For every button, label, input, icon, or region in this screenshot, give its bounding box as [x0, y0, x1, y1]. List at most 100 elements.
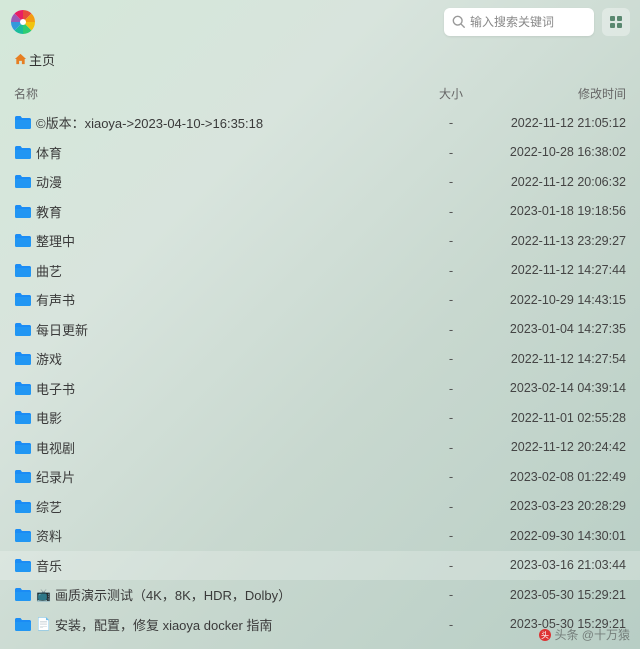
item-time: 2022-11-12 14:27:44 — [486, 263, 626, 277]
folder-icon — [14, 204, 36, 219]
item-name: 电视剧 — [36, 438, 416, 457]
folder-icon — [14, 499, 36, 514]
item-name: 整理中 — [36, 231, 416, 250]
folder-icon — [14, 440, 36, 455]
item-time: 2022-11-12 21:05:12 — [486, 116, 626, 130]
item-name: 📄安装，配置，修复 xiaoya docker 指南 — [36, 615, 416, 634]
item-time: 2022-09-30 14:30:01 — [486, 529, 626, 543]
list-item[interactable]: 资料-2022-09-30 14:30:01 — [0, 521, 640, 551]
column-time[interactable]: 修改时间 — [486, 85, 626, 102]
item-name: 电影 — [36, 408, 416, 427]
item-size: - — [416, 351, 486, 366]
item-size: - — [416, 558, 486, 573]
folder-icon — [14, 145, 36, 160]
item-emoji: 📺 — [36, 588, 51, 602]
item-name: 资料 — [36, 526, 416, 545]
item-name: ©版本：xiaoya->2023-04-10->16:35:18 — [36, 113, 416, 132]
breadcrumb-home[interactable]: 主页 — [29, 50, 55, 69]
item-name: 游戏 — [36, 349, 416, 368]
folder-icon — [14, 174, 36, 189]
item-name: 电子书 — [36, 379, 416, 398]
breadcrumb: 主页 — [0, 44, 640, 79]
folder-icon — [14, 410, 36, 425]
item-size: - — [416, 617, 486, 632]
item-time: 2023-02-14 04:39:14 — [486, 381, 626, 395]
folder-icon — [14, 351, 36, 366]
list-item[interactable]: 纪录片-2023-02-08 01:22:49 — [0, 462, 640, 492]
list-item[interactable]: 电影-2022-11-01 02:55:28 — [0, 403, 640, 433]
folder-icon — [14, 587, 36, 602]
item-name: 教育 — [36, 202, 416, 221]
item-time: 2023-02-08 01:22:49 — [486, 470, 626, 484]
folder-icon — [14, 558, 36, 573]
folder-icon — [14, 233, 36, 248]
item-name: 动漫 — [36, 172, 416, 191]
item-time: 2023-01-18 19:18:56 — [486, 204, 626, 218]
item-size: - — [416, 528, 486, 543]
item-size: - — [416, 174, 486, 189]
folder-icon — [14, 292, 36, 307]
topbar — [0, 0, 640, 44]
item-time: 2022-11-01 02:55:28 — [486, 411, 626, 425]
list-item[interactable]: 体育-2022-10-28 16:38:02 — [0, 138, 640, 168]
folder-icon — [14, 115, 36, 130]
item-size: - — [416, 115, 486, 130]
item-size: - — [416, 322, 486, 337]
column-size[interactable]: 大小 — [416, 85, 486, 102]
list-item[interactable]: 教育-2023-01-18 19:18:56 — [0, 197, 640, 227]
grid-view-button[interactable] — [602, 8, 630, 36]
list-item[interactable]: 整理中-2022-11-13 23:29:27 — [0, 226, 640, 256]
item-time: 2022-10-28 16:38:02 — [486, 145, 626, 159]
list-item[interactable]: 每日更新-2023-01-04 14:27:35 — [0, 315, 640, 345]
item-time: 2022-11-12 20:24:42 — [486, 440, 626, 454]
home-icon — [14, 53, 27, 66]
item-name: 综艺 — [36, 497, 416, 516]
item-size: - — [416, 145, 486, 160]
column-name[interactable]: 名称 — [14, 85, 416, 102]
item-size: - — [416, 499, 486, 514]
item-time: 2022-11-13 23:29:27 — [486, 234, 626, 248]
search-icon — [452, 15, 466, 29]
item-time: 2023-03-23 20:28:29 — [486, 499, 626, 513]
list-item[interactable]: 曲艺-2022-11-12 14:27:44 — [0, 256, 640, 286]
item-size: - — [416, 587, 486, 602]
file-list: ©版本：xiaoya->2023-04-10->16:35:18-2022-11… — [0, 108, 640, 639]
item-name: 体育 — [36, 143, 416, 162]
list-item[interactable]: 动漫-2022-11-12 20:06:32 — [0, 167, 640, 197]
folder-icon — [14, 469, 36, 484]
item-time: 2022-11-12 20:06:32 — [486, 175, 626, 189]
list-item[interactable]: 综艺-2023-03-23 20:28:29 — [0, 492, 640, 522]
item-time: 2023-05-30 15:29:21 — [486, 588, 626, 602]
watermark-icon: 头 — [538, 628, 552, 642]
folder-icon — [14, 381, 36, 396]
folder-icon — [14, 617, 36, 632]
item-name: 纪录片 — [36, 467, 416, 486]
list-item[interactable]: 游戏-2022-11-12 14:27:54 — [0, 344, 640, 374]
search-box[interactable] — [444, 8, 594, 36]
item-name: 每日更新 — [36, 320, 416, 339]
list-item[interactable]: 📺画质演示测试（4K，8K，HDR，Dolby）-2023-05-30 15:2… — [0, 580, 640, 610]
folder-icon — [14, 263, 36, 278]
list-item[interactable]: 电视剧-2022-11-12 20:24:42 — [0, 433, 640, 463]
item-size: - — [416, 292, 486, 307]
list-item[interactable]: ©版本：xiaoya->2023-04-10->16:35:18-2022-11… — [0, 108, 640, 138]
list-item[interactable]: 电子书-2023-02-14 04:39:14 — [0, 374, 640, 404]
item-size: - — [416, 263, 486, 278]
list-item[interactable]: 音乐-2023-03-16 21:03:44 — [0, 551, 640, 581]
item-size: - — [416, 410, 486, 425]
item-size: - — [416, 469, 486, 484]
search-input[interactable] — [470, 15, 586, 29]
list-item[interactable]: 有声书-2022-10-29 14:43:15 — [0, 285, 640, 315]
app-logo-icon[interactable] — [10, 9, 36, 35]
item-name: 📺画质演示测试（4K，8K，HDR，Dolby） — [36, 585, 416, 604]
folder-icon — [14, 528, 36, 543]
item-name: 曲艺 — [36, 261, 416, 280]
folder-icon — [14, 322, 36, 337]
item-time: 2022-11-12 14:27:54 — [486, 352, 626, 366]
column-header-row: 名称 大小 修改时间 — [0, 79, 640, 108]
item-time: 2022-10-29 14:43:15 — [486, 293, 626, 307]
item-size: - — [416, 381, 486, 396]
grid-icon — [609, 15, 623, 29]
item-emoji: 📄 — [36, 617, 51, 631]
item-name: 有声书 — [36, 290, 416, 309]
